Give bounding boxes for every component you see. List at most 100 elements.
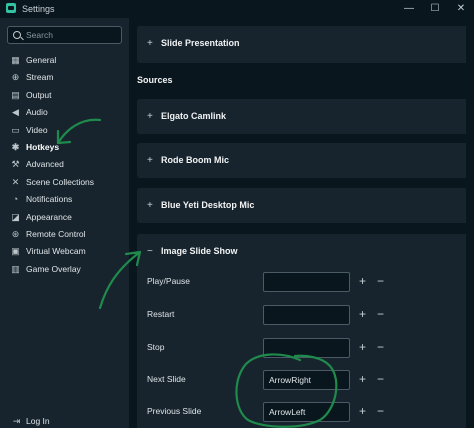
sidebar-item-label: Virtual Webcam: [26, 246, 86, 257]
hotkey-label: Restart: [147, 309, 175, 319]
sidebar-item-notifications[interactable]: ◔ Notifications: [0, 191, 129, 208]
sidebar-item-audio[interactable]: ◀ Audio: [0, 104, 129, 121]
hotkey-row-previous-slide: Previous Slide ArrowLeft + −: [137, 402, 470, 422]
sidebar-item-label: Stream: [26, 72, 54, 83]
hotkey-label: Play/Pause: [147, 276, 190, 286]
expand-icon[interactable]: +: [147, 112, 156, 122]
palette-icon: ◪: [11, 211, 20, 222]
sidebar-item-video[interactable]: ▭ Video: [0, 122, 129, 139]
remove-binding-icon[interactable]: −: [377, 275, 384, 287]
camera-icon: ▣: [11, 246, 20, 257]
sidebar-item-label: Scene Collections: [26, 176, 95, 187]
expand-icon[interactable]: +: [147, 39, 156, 49]
sidebar-item-label: Audio: [26, 107, 48, 118]
hotkey-input[interactable]: ArrowRight: [263, 370, 350, 390]
hotkey-input[interactable]: [263, 338, 350, 358]
collection-icon: ✕: [11, 176, 20, 187]
panel-title: Elgato Camlink: [161, 111, 227, 121]
hotkey-label: Previous Slide: [147, 406, 202, 416]
panel-image-slide-show: − Image Slide Show Play/Pause + − Restar…: [137, 234, 470, 428]
title-bar: Settings — ☐ ✕: [0, 0, 474, 18]
add-binding-icon[interactable]: +: [359, 275, 366, 287]
sidebar-item-output[interactable]: ▤ Output: [0, 87, 129, 104]
add-binding-icon[interactable]: +: [359, 405, 366, 417]
sidebar-item-game-overlay[interactable]: ▥ Game Overlay: [0, 261, 129, 278]
wrench-icon: ⚒: [11, 159, 20, 170]
panel-blue-yeti-desktop-mic[interactable]: + Blue Yeti Desktop Mic: [137, 188, 470, 223]
gear-icon: ✱: [11, 141, 20, 152]
gamepad-icon: ▥: [11, 263, 20, 274]
panel-title: Image Slide Show: [161, 246, 238, 256]
close-button[interactable]: ✕: [450, 0, 472, 18]
sidebar-item-appearance[interactable]: ◪ Appearance: [0, 209, 129, 226]
search-icon: [13, 31, 21, 39]
add-binding-icon[interactable]: +: [359, 341, 366, 353]
window-title: Settings: [22, 4, 55, 14]
hotkey-label: Stop: [147, 342, 165, 352]
remove-binding-icon[interactable]: −: [377, 308, 384, 320]
sidebar-item-advanced[interactable]: ⚒ Advanced: [0, 156, 129, 173]
panel-header[interactable]: + Slide Presentation: [137, 26, 470, 60]
search-input[interactable]: [26, 28, 116, 42]
login-icon: ⇥: [12, 416, 21, 426]
sidebar-item-remote-control[interactable]: ⊛ Remote Control: [0, 226, 129, 243]
sources-heading: Sources: [137, 75, 173, 85]
add-binding-icon[interactable]: +: [359, 373, 366, 385]
sidebar-item-label: Notifications: [26, 194, 73, 205]
panel-header[interactable]: − Image Slide Show: [137, 234, 470, 268]
hotkey-row-play-pause: Play/Pause + −: [137, 272, 470, 292]
sidebar-item-label: Video: [26, 124, 48, 135]
sidebar-item-label: Appearance: [26, 211, 72, 222]
panel-header[interactable]: + Blue Yeti Desktop Mic: [137, 188, 470, 222]
remove-binding-icon[interactable]: −: [377, 405, 384, 417]
remote-icon: ⊛: [11, 228, 20, 239]
panel-slide-presentation[interactable]: + Slide Presentation: [137, 26, 470, 63]
expand-icon[interactable]: +: [147, 156, 156, 166]
sidebar-item-scene-collections[interactable]: ✕ Scene Collections: [0, 174, 129, 191]
grid-icon: ▦: [11, 55, 20, 65]
hotkey-row-stop: Stop + −: [137, 338, 470, 358]
remove-binding-icon[interactable]: −: [377, 373, 384, 385]
sidebar-item-hotkeys[interactable]: ✱ Hotkeys: [0, 139, 129, 156]
sidebar-item-label: Remote Control: [26, 228, 86, 239]
sidebar-item-general[interactable]: ▦ General: [0, 52, 129, 69]
maximize-button[interactable]: ☐: [424, 0, 446, 18]
output-icon: ▤: [11, 89, 20, 100]
app-icon: [6, 3, 16, 13]
remove-binding-icon[interactable]: −: [377, 341, 384, 353]
panel-elgato-camlink[interactable]: + Elgato Camlink: [137, 99, 470, 134]
sidebar-item-stream[interactable]: ⊕ Stream: [0, 69, 129, 86]
hotkey-input[interactable]: [263, 272, 350, 292]
panel-title: Slide Presentation: [161, 38, 240, 48]
sidebar-item-label: Advanced: [26, 159, 64, 170]
bell-icon: ◔: [12, 194, 19, 205]
video-icon: ▭: [11, 124, 20, 135]
sidebar-item-label: Hotkeys: [26, 141, 60, 152]
sidebar-item-virtual-webcam[interactable]: ▣ Virtual Webcam: [0, 243, 129, 260]
login-label: Log In: [26, 416, 50, 426]
hotkey-label: Next Slide: [147, 374, 186, 384]
sidebar: ▦ General ⊕ Stream ▤ Output ◀ Audio ▭ Video ✱…: [0, 18, 129, 428]
scrollbar[interactable]: [466, 18, 474, 428]
sidebar-item-label: Output: [26, 89, 52, 100]
sidebar-nav: ▦ General ⊕ Stream ▤ Output ◀ Audio ▭ Video ✱…: [0, 52, 129, 278]
expand-icon[interactable]: +: [147, 201, 156, 211]
main-content: + Slide Presentation Sources + Elgato Ca…: [129, 18, 474, 428]
panel-header[interactable]: + Elgato Camlink: [137, 99, 470, 133]
hotkey-row-next-slide: Next Slide ArrowRight + −: [137, 370, 470, 390]
hotkey-input[interactable]: [263, 305, 350, 325]
hotkey-input[interactable]: ArrowLeft: [263, 402, 350, 422]
sidebar-item-label: Game Overlay: [26, 263, 81, 274]
panel-rode-boom-mic[interactable]: + Rode Boom Mic: [137, 143, 470, 178]
collapse-icon[interactable]: −: [147, 247, 156, 257]
login-button[interactable]: ⇥ Log In: [12, 416, 50, 426]
add-binding-icon[interactable]: +: [359, 308, 366, 320]
panel-header[interactable]: + Rode Boom Mic: [137, 143, 470, 177]
panel-title: Blue Yeti Desktop Mic: [161, 200, 255, 210]
minimize-button[interactable]: —: [398, 0, 420, 18]
speaker-icon: ◀: [12, 107, 19, 118]
globe-icon: ⊕: [11, 72, 20, 83]
search-box[interactable]: [7, 26, 122, 44]
panel-title: Rode Boom Mic: [161, 155, 230, 165]
hotkey-row-restart: Restart + −: [137, 305, 470, 325]
